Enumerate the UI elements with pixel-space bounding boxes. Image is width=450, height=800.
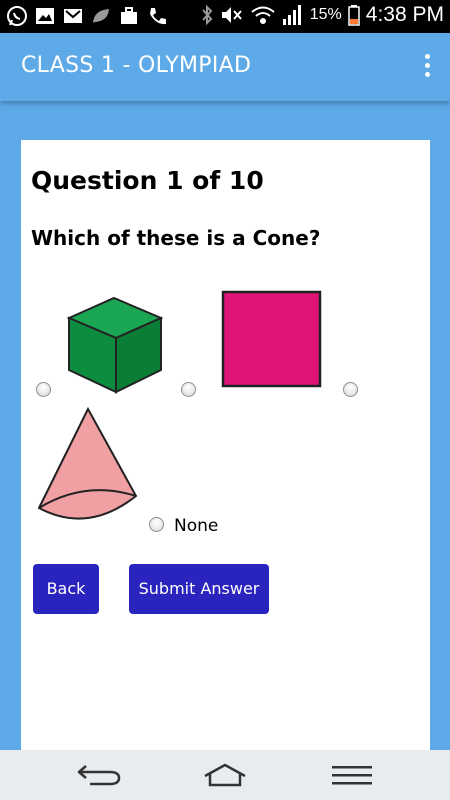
back-arrow-icon[interactable] [76, 762, 122, 788]
phone-icon [150, 8, 166, 25]
battery-percent: 15% [309, 6, 342, 23]
clock: 4:38 PM [365, 3, 444, 26]
bluetooth-icon [202, 4, 213, 26]
briefcase-icon [121, 7, 137, 24]
gmail-icon [64, 9, 82, 23]
submit-answer-button[interactable]: Submit Answer [129, 564, 269, 614]
question-text: Which of these is a Cone? [31, 226, 321, 250]
square-image[interactable] [221, 290, 323, 388]
home-icon[interactable] [201, 762, 249, 788]
image-icon [36, 8, 54, 24]
signal-icon [282, 5, 301, 25]
mute-icon [221, 7, 242, 23]
system-icons: 15% 4:38 PM [200, 3, 444, 27]
menu-lines-icon[interactable] [331, 762, 373, 788]
question-card: Question 1 of 10 Which of these is a Con… [21, 140, 430, 750]
question-counter: Question 1 of 10 [31, 166, 264, 195]
battery-icon [348, 5, 360, 26]
back-button[interactable]: Back [33, 564, 99, 614]
option-radio-none[interactable] [149, 517, 164, 532]
leaf-icon [93, 9, 109, 23]
cube-image[interactable] [67, 296, 163, 394]
option-none-label[interactable]: None [174, 516, 218, 536]
wifi-icon [251, 6, 275, 24]
app-title: CLASS 1 - OLYMPIAD [21, 53, 252, 78]
cone-image[interactable] [37, 406, 139, 526]
notification-icons [6, 5, 168, 27]
navigation-bar [0, 750, 450, 800]
option-radio-cube[interactable] [36, 382, 51, 397]
whatsapp-icon [7, 6, 27, 26]
status-bar: 15% 4:38 PM [0, 0, 450, 33]
more-vert-icon[interactable] [422, 54, 432, 80]
option-radio-square[interactable] [181, 382, 196, 397]
app-bar: CLASS 1 - OLYMPIAD [0, 33, 450, 101]
option-radio-cone[interactable] [343, 382, 358, 397]
